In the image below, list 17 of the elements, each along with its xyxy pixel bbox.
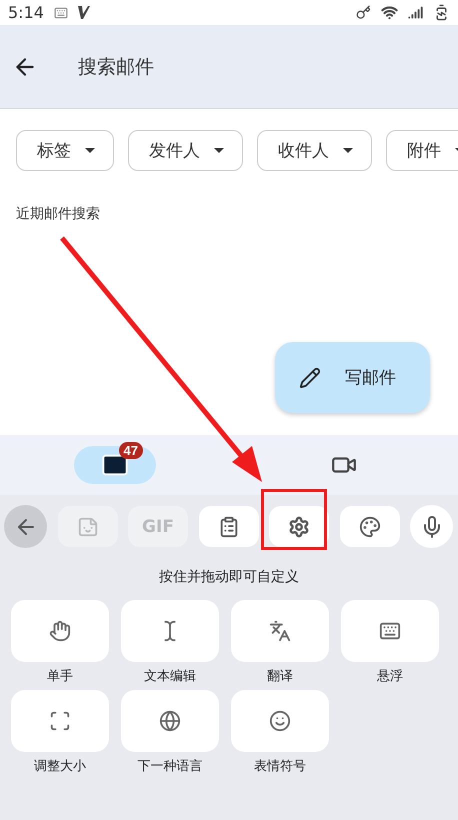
tile-label: 文本编辑 [144, 668, 196, 685]
tile-label: 调整大小 [34, 758, 86, 775]
filter-chip[interactable]: 收件人 [257, 130, 372, 171]
tile-label: 表情符号 [254, 758, 306, 775]
compose-button[interactable]: 写邮件 [275, 342, 430, 413]
status-time: 5:14 [8, 3, 44, 22]
tile-label: 翻译 [267, 668, 293, 685]
filter-chip[interactable]: 附件 [386, 130, 458, 171]
unread-badge: 47 [118, 442, 143, 459]
recent-searches-label: 近期邮件搜索 [15, 205, 101, 223]
tile-label: 下一种语言 [138, 758, 202, 775]
tile-label: 悬浮 [377, 668, 403, 685]
filter-chip[interactable]: 发件人 [128, 130, 243, 171]
tile-label: 单手 [47, 668, 73, 685]
page-title: 搜索邮件 [78, 54, 154, 80]
filter-chip[interactable]: 标签 [16, 130, 114, 171]
customize-hint: 按住并拖动即可自定义 [158, 568, 300, 586]
